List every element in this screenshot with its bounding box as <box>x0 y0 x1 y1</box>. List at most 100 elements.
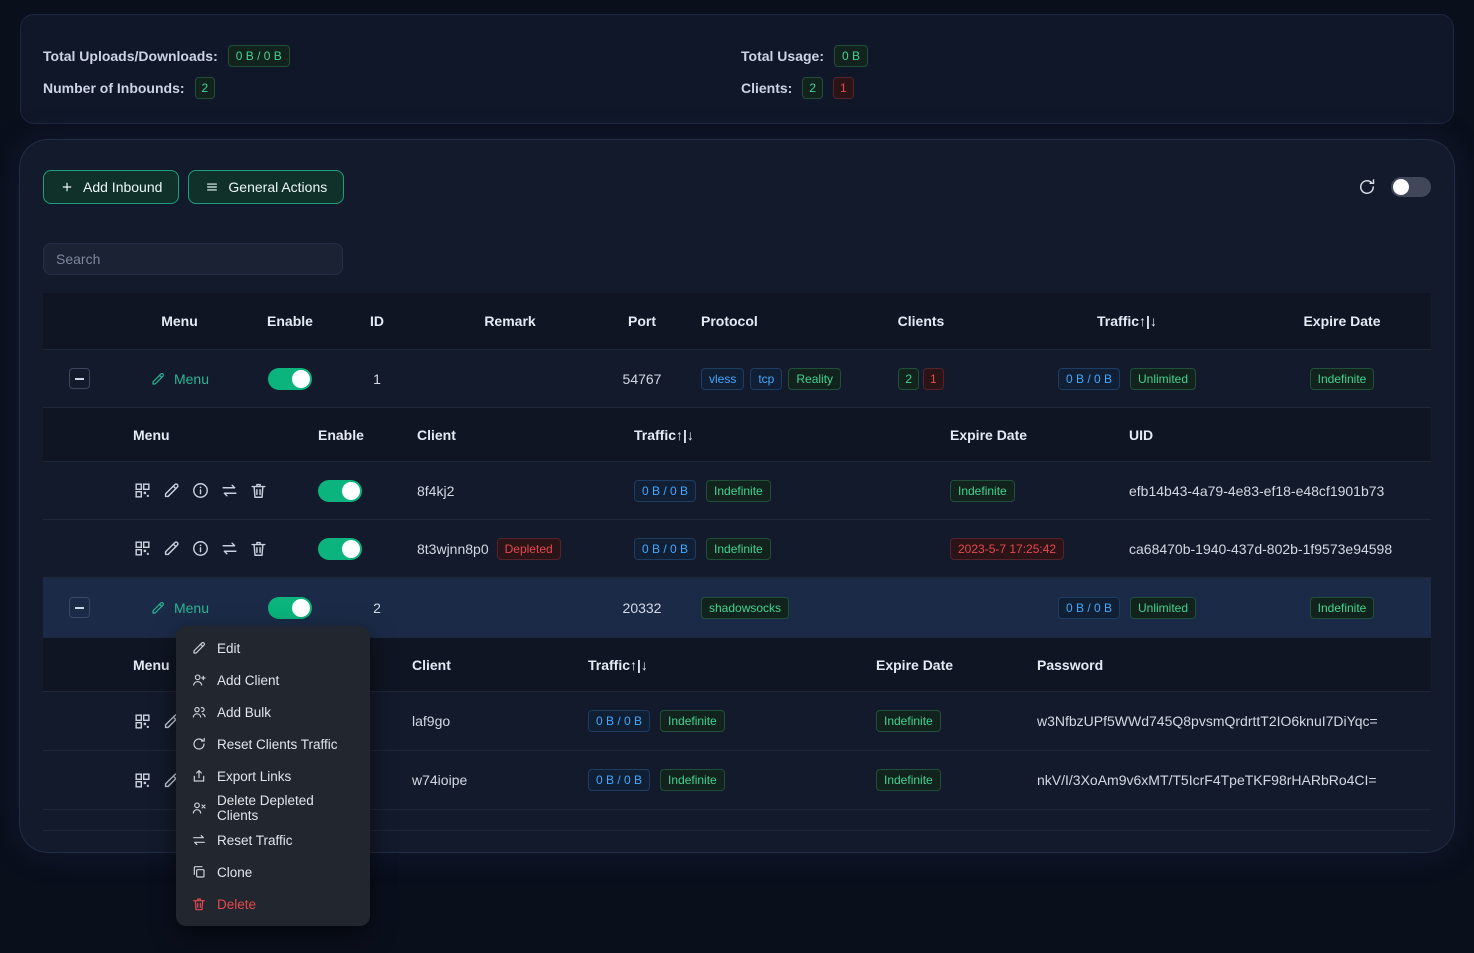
header-menu: Menu <box>116 427 296 443</box>
search-input[interactable] <box>43 243 343 275</box>
edit-client-icon[interactable] <box>162 539 181 558</box>
header-client: Client <box>391 657 567 673</box>
refresh-button[interactable] <box>1357 177 1377 197</box>
reset-client-traffic-icon[interactable] <box>220 539 239 558</box>
user-plus-icon <box>191 672 207 688</box>
client-row: 8f4kj2 0 B / 0 B Indefinite Indefinite e… <box>43 461 1431 519</box>
qr-code-icon[interactable] <box>133 481 152 500</box>
inbounds-count-value: 2 <box>195 77 216 99</box>
client-enable-toggle[interactable] <box>318 480 362 502</box>
client-info-icon[interactable] <box>191 481 210 500</box>
header-traffic-sort[interactable]: Traffic↑|↓ <box>567 657 855 673</box>
stats-card: Total Uploads/Downloads: 0 B / 0 B Numbe… <box>20 14 1454 124</box>
qr-code-icon[interactable] <box>133 539 152 558</box>
clients-depleted-badge: 1 <box>833 77 854 99</box>
header-password: Password <box>1016 657 1431 673</box>
stat-number-of-inbounds: Number of Inbounds: 2 <box>43 75 741 101</box>
inbound-id: 1 <box>337 371 417 387</box>
client-enable-toggle[interactable] <box>318 538 362 560</box>
menu-item-reset-clients-traffic[interactable]: Reset Clients Traffic <box>176 728 370 760</box>
traffic-badge: 0 B / 0 B <box>1058 368 1120 390</box>
qr-code-icon[interactable] <box>133 712 152 731</box>
traffic-limit-badge: Indefinite <box>706 480 771 502</box>
client-name: 8t3wjnn8p0 <box>417 541 489 557</box>
inbound-menu-label: Menu <box>174 600 209 616</box>
clients-active-badge: 2 <box>802 77 823 99</box>
trash-icon <box>191 896 207 912</box>
traffic-badge: 0 B / 0 B <box>588 769 650 791</box>
header-remark: Remark <box>417 313 603 329</box>
collapse-row-button[interactable] <box>69 597 90 618</box>
expire-badge: Indefinite <box>876 710 941 732</box>
client-info-icon[interactable] <box>191 539 210 558</box>
menu-item-label: Add Bulk <box>217 705 271 720</box>
total-usage-value: 0 B <box>834 45 868 67</box>
header-menu: Menu <box>116 313 243 329</box>
header-clients: Clients <box>841 313 1001 329</box>
qr-code-icon[interactable] <box>133 771 152 790</box>
menu-item-add-client[interactable]: Add Client <box>176 664 370 696</box>
inbound-menu-button[interactable]: Menu <box>150 371 209 387</box>
uploads-downloads-value: 0 B / 0 B <box>228 45 290 67</box>
menu-item-delete[interactable]: Delete <box>176 888 370 920</box>
menu-item-clone[interactable]: Clone <box>176 856 370 888</box>
theme-toggle[interactable] <box>1391 177 1431 197</box>
traffic-limit-badge: Unlimited <box>1130 597 1196 619</box>
menu-item-add-bulk[interactable]: Add Bulk <box>176 696 370 728</box>
header-client: Client <box>396 427 613 443</box>
inbound-id: 2 <box>337 600 417 616</box>
menu-item-label: Delete Depleted Clients <box>217 793 355 823</box>
collapse-row-button[interactable] <box>69 368 90 389</box>
enable-toggle[interactable] <box>268 597 312 619</box>
menu-item-delete-depleted-clients[interactable]: Delete Depleted Clients <box>176 792 370 824</box>
stat-total-usage: Total Usage: 0 B <box>741 43 1431 69</box>
total-usage-label: Total Usage: <box>741 48 824 64</box>
traffic-badge: 0 B / 0 B <box>1058 597 1120 619</box>
add-inbound-label: Add Inbound <box>83 179 162 195</box>
header-expire-date: Expire Date <box>855 657 1016 673</box>
menu-item-label: Add Client <box>217 673 279 688</box>
stat-uploads-downloads: Total Uploads/Downloads: 0 B / 0 B <box>43 43 741 69</box>
client-password: w3NfbzUPf5WWd745Q8pvsmQrdrttT2IO6knuI7Di… <box>1016 713 1431 729</box>
header-expire-date: Expire Date <box>1253 313 1431 329</box>
expire-badge: Indefinite <box>1310 597 1375 619</box>
reset-icon <box>191 736 207 752</box>
menu-item-reset-traffic[interactable]: Reset Traffic <box>176 824 370 856</box>
enable-toggle[interactable] <box>268 368 312 390</box>
export-icon <box>191 768 207 784</box>
protocol-badge: tcp <box>750 368 782 390</box>
toolbar: Add Inbound General Actions <box>43 170 1431 204</box>
uploads-downloads-label: Total Uploads/Downloads: <box>43 48 218 64</box>
menu-item-edit[interactable]: Edit <box>176 632 370 664</box>
header-traffic-sort[interactable]: Traffic↑|↓ <box>613 427 929 443</box>
menu-item-export-links[interactable]: Export Links <box>176 760 370 792</box>
delete-client-icon[interactable] <box>249 539 268 558</box>
user-x-icon <box>191 800 207 816</box>
expire-badge: Indefinite <box>950 480 1015 502</box>
swap-icon <box>191 832 207 848</box>
menu-item-label: Reset Traffic <box>217 833 293 848</box>
header-port: Port <box>603 313 681 329</box>
inbound-port: 54767 <box>603 371 681 387</box>
clients-label: Clients: <box>741 80 792 96</box>
general-actions-button[interactable]: General Actions <box>188 170 344 204</box>
header-traffic-sort[interactable]: Traffic↑|↓ <box>1001 313 1253 329</box>
header-id: ID <box>337 313 417 329</box>
client-password: nkV/I/3XoAm9v6xMT/T5IcrF4TpeTKF98rHARbRo… <box>1016 772 1431 788</box>
reset-client-traffic-icon[interactable] <box>220 481 239 500</box>
menu-item-label: Clone <box>217 865 252 880</box>
protocol-badge: shadowsocks <box>701 597 789 619</box>
expire-badge: Indefinite <box>1310 368 1375 390</box>
edit-client-icon[interactable] <box>162 481 181 500</box>
traffic-badge: 0 B / 0 B <box>588 710 650 732</box>
toggle-knob <box>1393 179 1409 195</box>
inbounds-count-label: Number of Inbounds: <box>43 80 185 96</box>
add-inbound-button[interactable]: Add Inbound <box>43 170 179 204</box>
inbounds-table-header: Menu Enable ID Remark Port Protocol Clie… <box>43 293 1431 349</box>
client-row: 8t3wjnn8p0 Depleted 0 B / 0 B Indefinite… <box>43 519 1431 577</box>
inbound-menu-button[interactable]: Menu <box>150 600 209 616</box>
clients-active-badge: 2 <box>898 368 919 390</box>
delete-client-icon[interactable] <box>249 481 268 500</box>
traffic-limit-badge: Indefinite <box>660 710 725 732</box>
menu-item-label: Export Links <box>217 769 291 784</box>
